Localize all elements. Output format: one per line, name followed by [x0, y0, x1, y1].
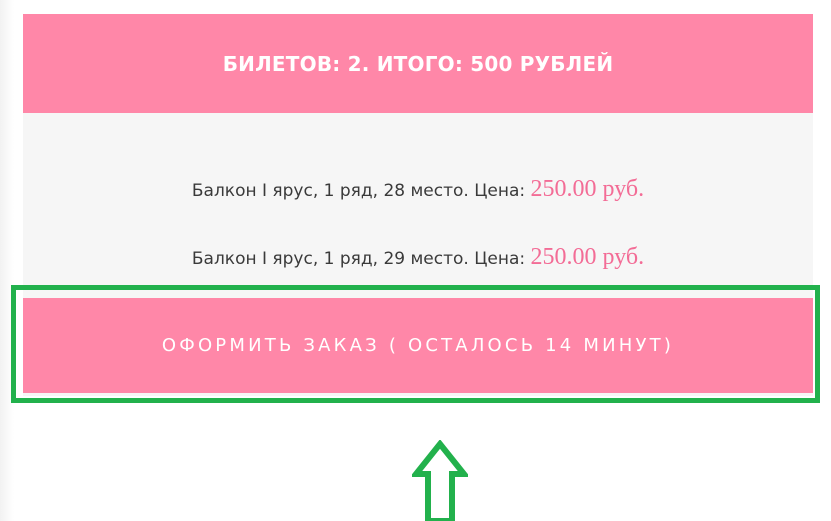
order-summary-title: БИЛЕТОВ: 2. ИТОГО: 500 РУБЛЕЙ — [222, 51, 614, 76]
ticket-description: Балкон I ярус, 1 ряд, 28 место. Цена: — [191, 181, 526, 201]
highlight-frame — [11, 285, 820, 403]
ticket-item: Балкон I ярус, 1 ряд, 29 место. Цена: 25… — [23, 244, 813, 271]
order-summary-header: БИЛЕТОВ: 2. ИТОГО: 500 РУБЛЕЙ — [23, 14, 813, 113]
order-summary-page: БИЛЕТОВ: 2. ИТОГО: 500 РУБЛЕЙ Балкон I я… — [0, 0, 831, 521]
ticket-item: Балкон I ярус, 1 ряд, 28 место. Цена: 25… — [23, 176, 813, 203]
ticket-price: 250.00 руб. — [530, 176, 645, 202]
up-arrow-icon — [412, 440, 468, 521]
left-edge-shadow — [0, 0, 14, 521]
ticket-description: Балкон I ярус, 1 ряд, 29 место. Цена: — [191, 249, 526, 269]
ticket-price: 250.00 руб. — [530, 244, 645, 270]
